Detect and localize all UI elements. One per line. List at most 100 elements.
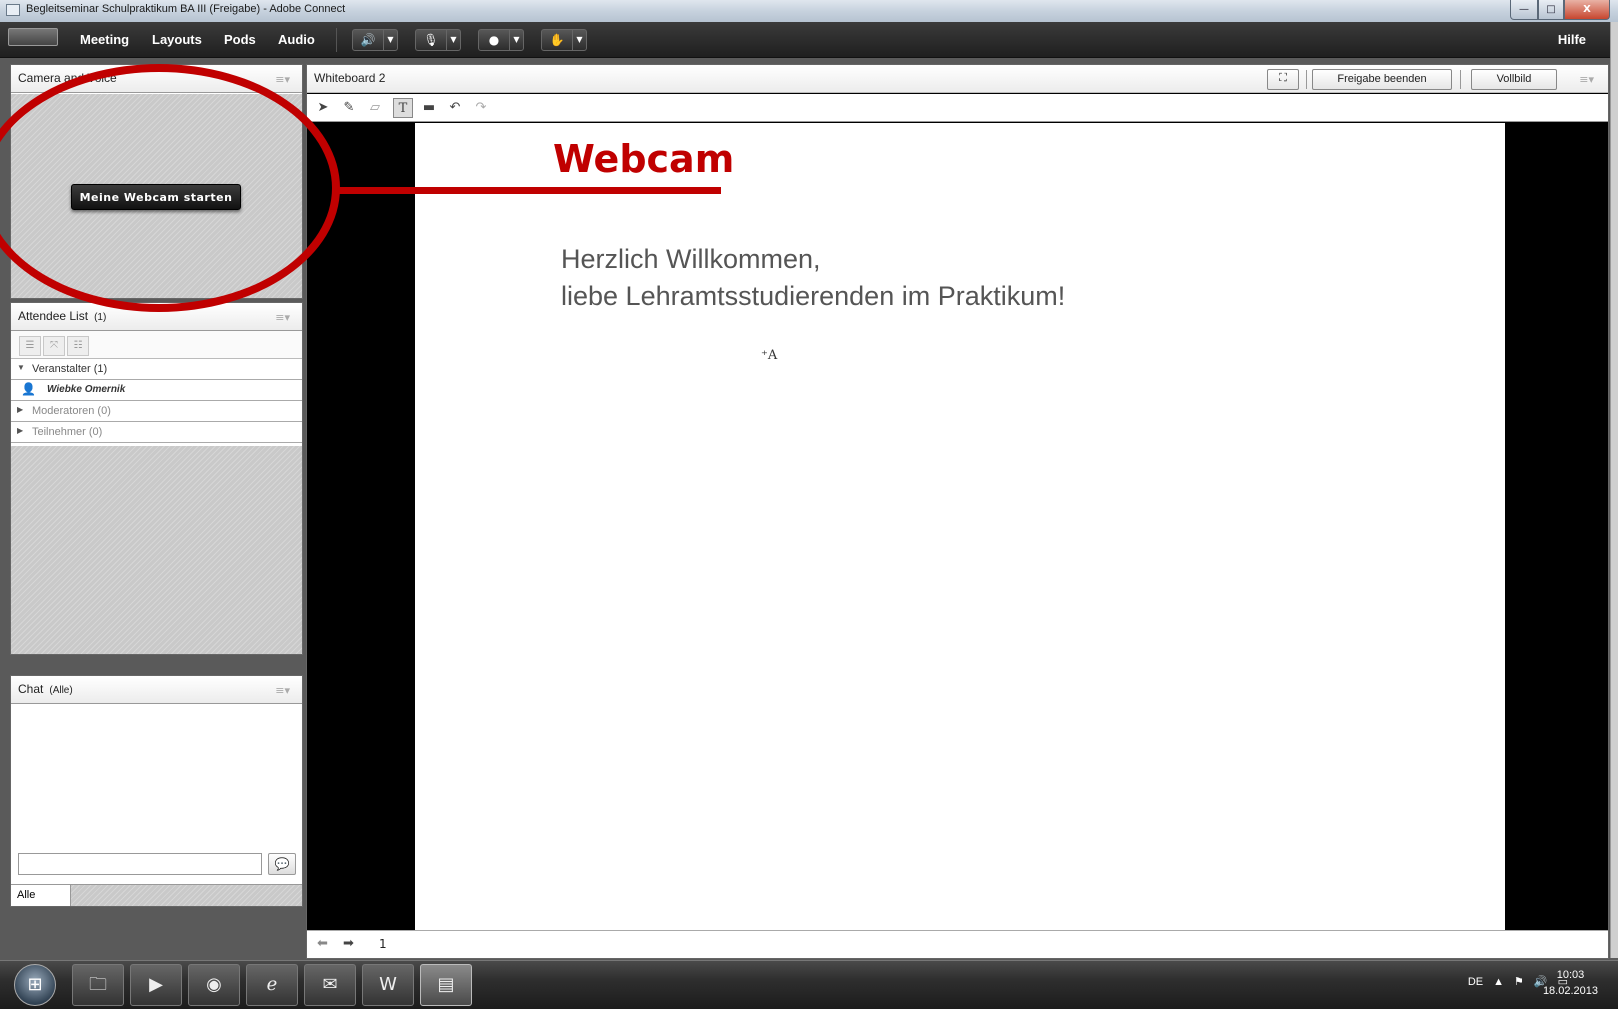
chat-message-area — [11, 705, 302, 845]
chat-scope: (Alle) — [49, 685, 73, 696]
header-separator — [1460, 70, 1461, 89]
selection-tool-icon[interactable]: ➤ — [313, 98, 333, 118]
clock[interactable]: 10:03 18.02.2013 — [1543, 967, 1598, 999]
welcome-line-2: liebe Lehramtsstudierenden im Praktikum! — [561, 281, 1066, 311]
whiteboard-canvas[interactable]: Herzlich Willkommen, liebe Lehramtsstudi… — [415, 123, 1505, 939]
chevron-right-icon[interactable]: ▶ — [17, 426, 23, 435]
pod-menu-icon[interactable]: ≡▾ — [275, 311, 290, 324]
stop-sharing-button[interactable]: Freigabe beenden — [1312, 69, 1452, 90]
menu-pods[interactable]: Pods — [224, 32, 256, 47]
annotation-line — [336, 187, 721, 194]
speaker-control[interactable]: 🔊 ▼ — [352, 29, 398, 51]
menu-audio[interactable]: Audio — [278, 32, 315, 47]
pencil-tool-icon[interactable]: ✎ — [339, 98, 359, 118]
page-number: 1 — [379, 937, 387, 951]
close-button[interactable]: X — [1564, 0, 1610, 20]
minimize-button[interactable]: — — [1510, 0, 1538, 20]
attendee-count: (1) — [94, 312, 107, 323]
pod-title: Attendee List (1) — [18, 309, 106, 323]
pod-title: Chat (Alle) — [18, 682, 73, 696]
attendee-list-pod: Attendee List (1) ≡▾ ☰ ⤧ ☷ ▼ Veranstalter… — [10, 302, 303, 655]
window-title-bar: Begleitseminar Schulpraktikum BA III (Fr… — [0, 0, 1618, 22]
shape-tool-icon[interactable]: ▬ — [419, 98, 439, 118]
tab-alle[interactable]: Alle — [11, 885, 71, 906]
whiteboard-pod: Whiteboard 2 ⛶ Freigabe beenden Vollbild… — [306, 64, 1609, 959]
windows-taskbar: ⊞ 🗀 ▶ ◉ ℯ ✉ W ▤ DE ▲ ⚑ 🔊 ▭ 10:03 18.02.2… — [0, 960, 1618, 1009]
chevron-down-icon[interactable]: ▼ — [446, 30, 460, 50]
chevron-down-icon[interactable]: ▼ — [509, 30, 523, 50]
microphone-icon: 🎙 — [423, 33, 439, 47]
attendee-empty-area — [11, 446, 302, 654]
chat-tabs: Alle — [11, 884, 302, 906]
pod-menu-icon[interactable]: ≡▾ — [1579, 73, 1594, 86]
user-role-icon[interactable]: ☷ — [67, 336, 89, 356]
group-label: Veranstalter (1) — [32, 363, 108, 375]
internet-explorer-icon[interactable]: ℯ — [246, 964, 298, 1006]
adobe-connect-taskbar-icon[interactable]: ▤ — [420, 964, 472, 1006]
whiteboard-toolbar: ➤ ✎ ▱ T ▬ ↶ ↷ — [307, 94, 1608, 122]
explorer-icon[interactable]: 🗀 — [72, 964, 124, 1006]
status-control[interactable]: ✋ ▼ — [541, 29, 587, 51]
eraser-tool-icon[interactable]: ▱ — [365, 98, 385, 118]
attendee-name: Wiebke Omernik — [47, 384, 126, 395]
previous-page-icon[interactable]: ⬅ — [317, 936, 328, 951]
group-label: Teilnehmer (0) — [32, 426, 103, 438]
microphone-control[interactable]: 🎙 ▼ — [415, 29, 461, 51]
window-title: Begleitseminar Schulpraktikum BA III (Fr… — [26, 3, 346, 15]
language-indicator[interactable]: DE — [1468, 976, 1483, 988]
host-person-icon: 👤 — [21, 382, 36, 396]
chat-title: Chat — [18, 682, 44, 696]
group-row-participants[interactable]: ▶ Teilnehmer (0) — [11, 422, 302, 443]
breakout-view-icon[interactable]: ⤧ — [43, 336, 65, 356]
text-tool-icon[interactable]: T — [393, 98, 413, 118]
annotation-label: Webcam — [553, 137, 735, 181]
welcome-text: Herzlich Willkommen, liebe Lehramtsstudi… — [561, 241, 1065, 315]
attendee-row[interactable]: 👤 Wiebke Omernik — [11, 380, 302, 401]
firefox-icon[interactable]: ◉ — [188, 964, 240, 1006]
group-row-hosts[interactable]: ▼ Veranstalter (1) — [11, 359, 302, 380]
outlook-icon[interactable]: ✉ — [304, 964, 356, 1006]
next-page-icon[interactable]: ➡ — [343, 936, 354, 951]
sync-icon[interactable]: ⛶ — [1267, 69, 1299, 90]
webcam-icon: ● — [488, 33, 500, 47]
pod-header: Chat (Alle) ≡▾ — [11, 676, 302, 704]
header-separator — [1306, 70, 1307, 89]
undo-icon[interactable]: ↶ — [445, 98, 465, 118]
group-row-presenters[interactable]: ▶ Moderatoren (0) — [11, 401, 302, 422]
window-right-edge — [1610, 22, 1618, 958]
connect-logo — [8, 28, 58, 46]
maximize-button[interactable]: □ — [1538, 0, 1564, 20]
whiteboard-title: Whiteboard 2 — [314, 71, 386, 85]
media-player-icon[interactable]: ▶ — [130, 964, 182, 1006]
pod-menu-icon[interactable]: ≡▾ — [275, 73, 290, 86]
group-label: Moderatoren (0) — [32, 405, 111, 417]
send-message-icon[interactable]: 💬 — [268, 853, 296, 875]
tray-expand-icon[interactable]: ▲ — [1493, 976, 1504, 988]
clock-time: 10:03 — [1556, 969, 1585, 981]
list-view-icon[interactable]: ☰ — [19, 336, 41, 356]
raise-hand-icon: ✋ — [549, 33, 565, 47]
word-icon[interactable]: W — [362, 964, 414, 1006]
chevron-down-icon[interactable]: ▼ — [17, 363, 25, 372]
fullscreen-button[interactable]: Vollbild — [1471, 69, 1557, 90]
menu-separator — [336, 28, 337, 52]
clock-date: 18.02.2013 — [1542, 985, 1598, 997]
pod-menu-icon[interactable]: ≡▾ — [275, 684, 290, 697]
menu-meeting[interactable]: Meeting — [80, 32, 129, 47]
start-button[interactable]: ⊞ — [14, 964, 56, 1006]
whiteboard-footer: ⬅ ➡ 1 — [307, 930, 1608, 958]
action-center-icon[interactable]: ⚑ — [1514, 975, 1524, 988]
adobe-connect-app-icon — [6, 4, 20, 16]
chevron-down-icon[interactable]: ▼ — [572, 30, 586, 50]
text-cursor-icon: ⁺A — [761, 348, 778, 363]
chevron-down-icon[interactable]: ▼ — [383, 30, 397, 50]
webcam-control[interactable]: ● ▼ — [478, 29, 524, 51]
chat-pod: Chat (Alle) ≡▾ 💬 Alle — [10, 675, 303, 907]
menu-help[interactable]: Hilfe — [1558, 32, 1586, 47]
chevron-right-icon[interactable]: ▶ — [17, 405, 23, 414]
chat-input[interactable] — [18, 853, 262, 875]
screen: Begleitseminar Schulpraktikum BA III (Fr… — [0, 0, 1618, 1009]
redo-icon[interactable]: ↷ — [471, 98, 491, 118]
menu-layouts[interactable]: Layouts — [152, 32, 202, 47]
attendee-toolbar: ☰ ⤧ ☷ — [11, 331, 302, 359]
